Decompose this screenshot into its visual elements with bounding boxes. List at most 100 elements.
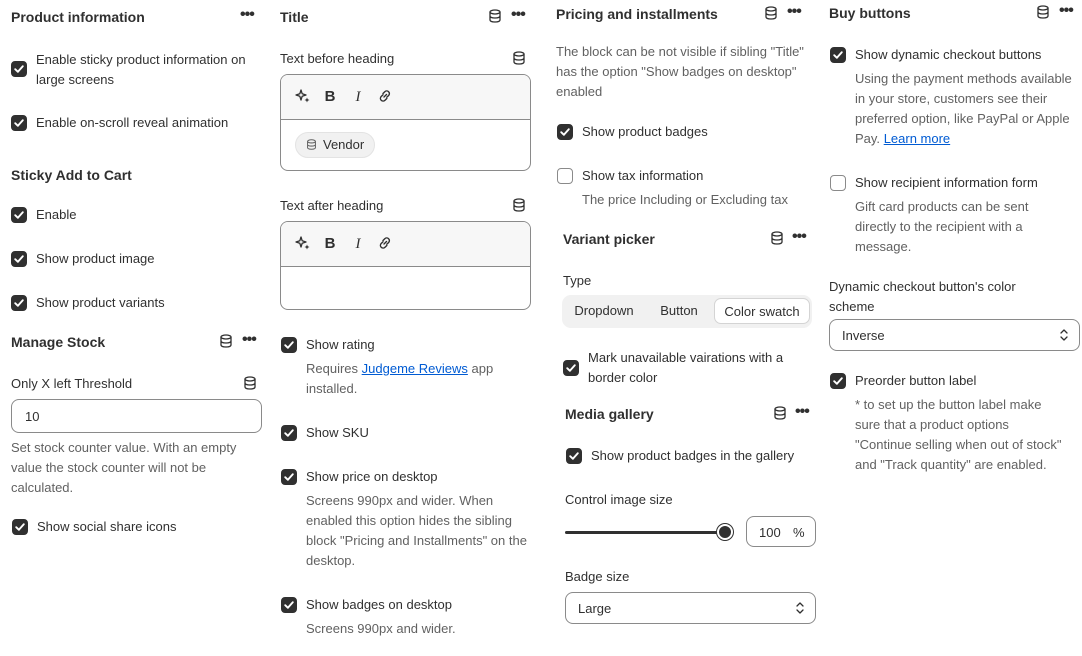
checkbox-gallery-badges[interactable] [566,448,582,464]
threshold-input[interactable]: 10 [11,399,262,433]
checkbox-social-share[interactable] [12,519,28,535]
italic-icon[interactable]: I [349,235,367,253]
database-icon[interactable] [512,198,526,212]
image-size-value: 100 [759,525,781,540]
checkmark-icon [833,51,843,59]
checkbox-sticky-info[interactable] [11,61,27,77]
chip-label: Vendor [323,137,365,152]
checkmark-icon [284,341,294,349]
checkbox-unavailable-border[interactable] [563,360,579,376]
editor-toolbar: B I [281,222,530,267]
label-tax-info: Show tax information [582,168,704,183]
image-size-input[interactable]: 100 % [746,516,816,547]
checkbox-badges-desktop[interactable] [281,597,297,613]
checkbox-product-variants[interactable] [11,295,27,311]
select-chevrons-icon [796,602,804,614]
label-text-after-heading: Text after heading [280,198,384,213]
checkbox-product-badges[interactable] [557,124,573,140]
label-color-scheme: Dynamic checkout button's color scheme [829,279,1016,314]
checkmark-icon [14,65,24,73]
badge-size-select[interactable]: Large [565,592,816,624]
checkbox-price-desktop[interactable] [281,469,297,485]
section-title-sticky-cart: Sticky Add to Cart [11,167,132,183]
option-color-swatch[interactable]: Color swatch [714,298,810,324]
database-icon[interactable] [1036,5,1050,19]
checkmark-icon [15,523,25,531]
checkbox-show-rating[interactable] [281,337,297,353]
label-text-before-heading: Text before heading [280,51,395,66]
section-title-buy-buttons: Buy buttons [829,5,911,21]
more-icon[interactable]: ••• [240,7,255,23]
more-icon[interactable]: ••• [795,404,810,420]
slider-handle[interactable] [717,524,733,540]
select-chevrons-icon [1060,329,1068,341]
label-show-sku: Show SKU [306,425,369,440]
checkbox-reveal-animation[interactable] [11,115,27,131]
checkmark-icon [284,473,294,481]
judgeme-link[interactable]: Judgeme Reviews [362,361,468,376]
dynamic-source-chip[interactable]: Vendor [295,132,376,158]
checkbox-dynamic-checkout[interactable] [830,47,846,63]
section-title-media-gallery: Media gallery [565,406,654,422]
more-icon[interactable]: ••• [1059,3,1074,19]
checkmark-icon [569,452,579,460]
more-icon[interactable]: ••• [242,332,257,348]
database-icon[interactable] [243,376,257,390]
recipient-help: Gift card products can be sent directly … [855,199,1029,254]
checkbox-product-image[interactable] [11,251,27,267]
database-icon[interactable] [488,9,502,23]
label-price-desktop: Show price on desktop [306,469,438,484]
link-icon[interactable] [376,88,394,106]
label-recipient-form: Show recipient information form [855,175,1038,190]
bold-icon[interactable]: B [321,88,339,106]
badge-size-value: Large [578,601,612,616]
checkbox-sticky-enable[interactable] [11,207,27,223]
more-icon[interactable]: ••• [511,7,526,23]
section-title-product-information: Product information [11,9,145,25]
section-title-title: Title [280,9,309,25]
database-icon[interactable] [770,231,784,245]
checkmark-icon [284,601,294,609]
option-button[interactable]: Button [646,298,712,324]
checkmark-icon [566,364,576,372]
learn-more-link[interactable]: Learn more [884,131,950,146]
image-size-slider[interactable] [565,524,733,540]
option-dropdown[interactable]: Dropdown [564,298,644,324]
italic-icon[interactable]: I [349,88,367,106]
database-icon[interactable] [512,51,526,65]
label-sticky-enable: Enable [36,207,77,222]
checkbox-tax-info[interactable] [557,168,573,184]
link-icon[interactable] [376,235,394,253]
image-size-unit: % [793,525,805,540]
label-dynamic-checkout: Show dynamic checkout buttons [855,47,1042,62]
color-scheme-value: Inverse [842,328,885,343]
column-buy-buttons: Buy buttons ••• Show dynamic checkout bu… [822,0,1082,656]
sparkle-icon[interactable] [294,88,312,106]
label-badge-size: Badge size [565,569,630,584]
database-icon[interactable] [764,6,778,20]
label-product-badges: Show product badges [582,124,708,139]
section-title-pricing: Pricing and installments [556,6,718,22]
label-variant-type: Type [563,273,592,288]
checkmark-icon [833,377,843,385]
dynamic-checkout-help: Using the payment methods available in y… [855,69,1073,149]
variant-type-segmented: Dropdown Button Color swatch [562,295,812,328]
checkbox-recipient-form[interactable] [830,175,846,191]
sparkle-icon[interactable] [294,235,312,253]
column-product-information: Product information ••• Enable sticky pr… [0,0,270,656]
checkmark-icon [14,299,24,307]
color-scheme-select[interactable]: Inverse [829,319,1080,351]
more-icon[interactable]: ••• [792,229,807,245]
checkbox-preorder-label[interactable] [830,373,846,389]
database-icon[interactable] [219,334,233,348]
label-image-size: Control image size [565,492,673,507]
label-gallery-badges: Show product badges in the gallery [591,448,795,463]
more-icon[interactable]: ••• [787,4,802,20]
checkmark-icon [560,128,570,136]
column-pricing: Pricing and installments ••• The block c… [546,0,822,656]
checkbox-show-sku[interactable] [281,425,297,441]
text-before-heading-editor[interactable]: B I Vendor [280,74,531,171]
text-after-heading-editor[interactable]: B I [280,221,531,310]
database-icon[interactable] [773,406,787,420]
bold-icon[interactable]: B [321,235,339,253]
